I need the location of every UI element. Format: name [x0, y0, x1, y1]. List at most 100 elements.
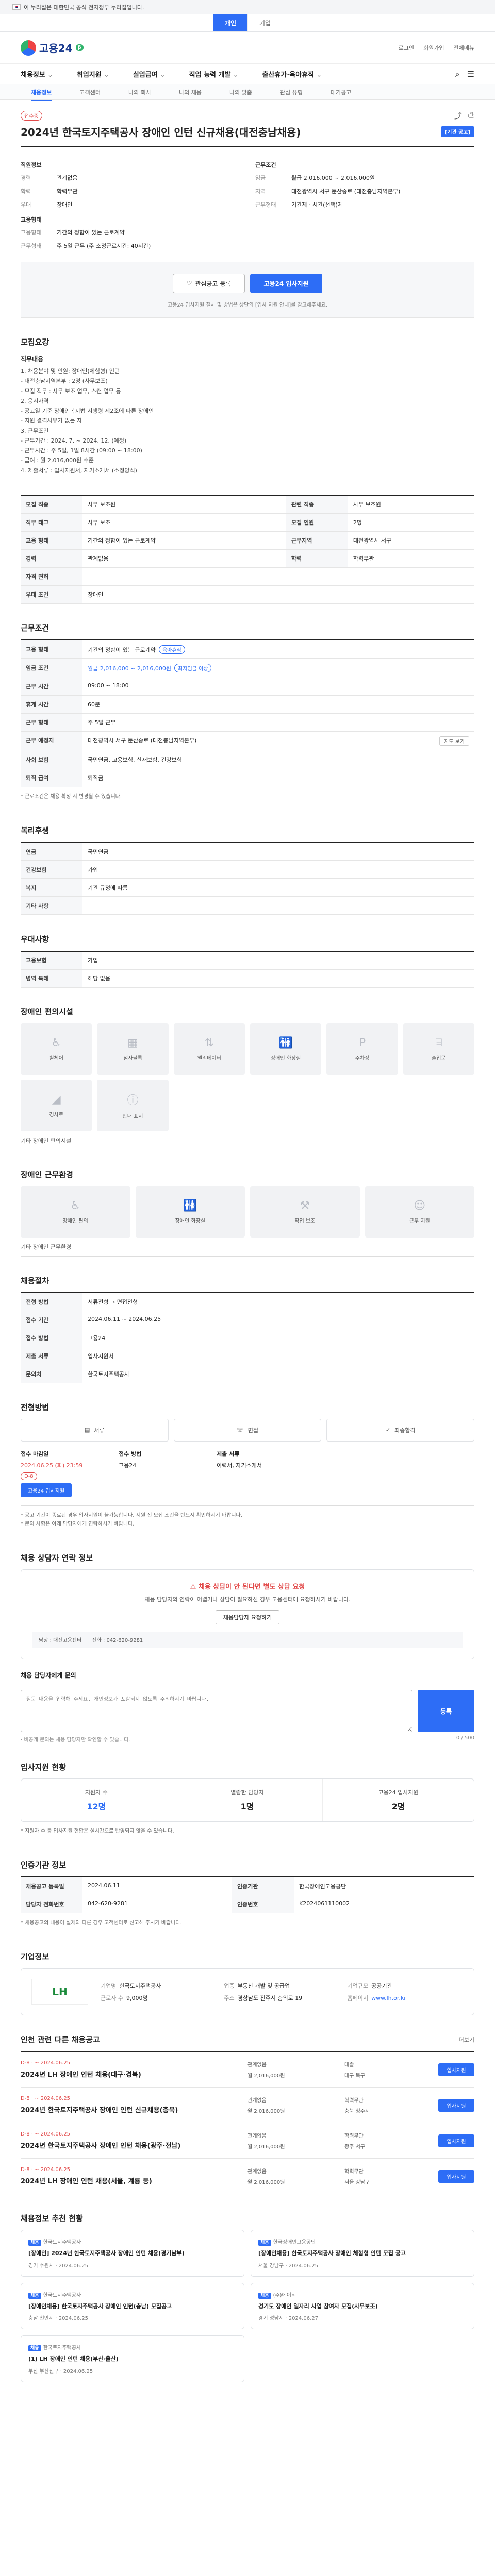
company-badge-icon: 채용 [258, 2240, 271, 2246]
search-icon[interactable]: ⌕ [455, 69, 460, 79]
signup-link[interactable]: 회원가입 [423, 44, 444, 52]
agency-notice-button[interactable]: [기관 공고] [440, 126, 474, 137]
table-key: 문의처 [21, 1365, 82, 1383]
job-title[interactable]: 2024년 LH 장애인 인턴 채용(서울, 계룡 등) [21, 2176, 248, 2185]
nav-training[interactable]: 직업 능력 개발 [189, 69, 239, 79]
related-company-name: 한국토지주택공사 [43, 2240, 81, 2246]
tab-personal[interactable]: 개인 [212, 14, 248, 31]
subnav-waiting[interactable]: 대기공고 [331, 88, 351, 96]
heart-icon: ♡ [186, 280, 192, 287]
tab-company[interactable]: 기업 [248, 14, 282, 31]
table-value: 해당 없음 [82, 969, 474, 988]
qa-submit-button[interactable]: 등록 [418, 1690, 474, 1733]
company-homepage-link[interactable]: www.lh.or.kr [371, 1995, 406, 2002]
company-field: 기업명 한국토지주택공사 [101, 1981, 217, 1990]
env-card: ⚒ 작업 보조 [250, 1185, 360, 1238]
job-title[interactable]: 2024년 한국토지주택공사 장애인 인턴 신규채용(충북) [21, 2105, 248, 2114]
summary-value: 대전광역시 서구 둔산중로 (대전충남지역본부) [291, 188, 401, 195]
logo-text: 고용24 [39, 42, 73, 55]
table-key: 건강보험 [21, 860, 82, 879]
cta-note: 고용24 입사지원 절차 및 방법은 상단의 [입사 지원 안내]를 참고해주세… [168, 302, 327, 308]
table-value: 사무 보조 [82, 513, 286, 532]
facility-label: 휠체어 [49, 1055, 63, 1061]
qa-input[interactable] [21, 1690, 412, 1733]
subnav-jobs[interactable]: 채용정보 [31, 88, 52, 101]
facility-card: ⌸ 출입문 [403, 1023, 474, 1075]
map-button[interactable]: 지도 보기 [439, 736, 469, 746]
list-item[interactable]: D-8 · ~ 2024.06.25 2024년 LH 장애인 인턴 채용(서울,… [21, 2159, 474, 2195]
tag: 육아휴직 [158, 645, 185, 654]
table-row: 접수 기간 2024.06.11 ~ 2024.06.25 [21, 1311, 474, 1329]
table-value: 2024.06.11 ~ 2024.06.25 [82, 1311, 474, 1329]
company-badge-icon: 채용 [258, 2292, 271, 2299]
menu-icon[interactable]: ☰ [467, 69, 474, 79]
related-company-name: (주)에이티 [273, 2292, 296, 2298]
subnav-customer[interactable]: 고객센터 [79, 88, 100, 96]
stat-value: 2명 [391, 1802, 405, 1812]
request-manager-button[interactable]: 채용담당자 요청하기 [215, 1610, 280, 1625]
nav-employment-support[interactable]: 취업지원 [77, 69, 109, 79]
list-item[interactable]: D-8 · ~ 2024.06.25 2024년 한국토지주택공사 장애인 인턴 … [21, 2088, 474, 2124]
table-key: 인증기관 [232, 1877, 294, 1896]
table-value: 가입 [82, 951, 474, 970]
print-icon[interactable]: ⎙ [468, 110, 474, 121]
related-card[interactable]: 채용 (주)에이티 경기도 장애인 일자리 사업 참여자 모집(사무보조) 경기 성남… [251, 2282, 474, 2330]
nav-unemployment-benefit[interactable]: 실업급여 [133, 69, 166, 79]
related-title[interactable]: [장애인채용] 한국토지주택공사 장애인 체험형 인턴 모집 공고 [258, 2249, 467, 2258]
related-card[interactable]: 채용 한국토지주택공사 (1) LH 장애인 인턴 채용(부산·울산) 부산 부산진구… [21, 2335, 244, 2382]
related-title[interactable]: 경기도 장애인 일자리 사업 참여자 모집(사무보조) [258, 2302, 467, 2311]
accessibility-icon: ♿ [70, 1199, 81, 1212]
qa-count: 0 / 500 [456, 1735, 474, 1741]
job-title[interactable]: 2024년 LH 장애인 인턴 채용(대구·경북) [21, 2069, 248, 2079]
related-title[interactable]: (1) LH 장애인 인턴 채용(부산·울산) [28, 2355, 237, 2364]
table-row: 접수 방법 고용24 [21, 1329, 474, 1347]
subnav-my-company[interactable]: 나의 회사 [128, 88, 151, 96]
subnav-interest[interactable]: 관심 유형 [280, 88, 303, 96]
subnav-my-match[interactable]: 나의 맞춤 [229, 88, 252, 96]
job-apply-button[interactable]: 입사지원 [438, 2098, 474, 2112]
table-key: 자격 면허 [21, 567, 82, 586]
interview-icon: ☏ [237, 1427, 244, 1434]
job-apply-button[interactable]: 입사지원 [438, 2063, 474, 2076]
table-row: 복지 기관 규정에 따름 [21, 878, 474, 897]
list-item[interactable]: D-8 · ~ 2024.06.25 2024년 LH 장애인 인턴 채용(대구·… [21, 2052, 474, 2088]
other-jobs-header: 인천 관련 다른 채용공고 더보기 [21, 2034, 474, 2045]
all-menu-link[interactable]: 전체메뉴 [454, 44, 474, 52]
job-apply-button[interactable]: 입사지원 [438, 2170, 474, 2183]
related-card[interactable]: 채용 한국토지주택공사 [장애인채용] 한국토지주택공사 장애인 인턴(충남) 모집… [21, 2282, 244, 2330]
company-field: 주소 경상남도 진주시 충의로 19 [224, 1994, 340, 2002]
related-card[interactable]: 채용 한국장애인고용공단 [장애인채용] 한국토지주택공사 장애인 체험형 인턴 모… [251, 2230, 474, 2277]
nav-parental-leave[interactable]: 출산휴가·육아휴직 [262, 69, 322, 79]
interest-button[interactable]: ♡ 관심공고 등록 [173, 274, 245, 293]
related-meta: 서울 강남구 · 2024.06.25 [258, 2263, 318, 2269]
subnav-my-hiring[interactable]: 나의 채용 [179, 88, 202, 96]
company-info: 기업명 한국토지주택공사 업종 부동산 개발 및 공급업 기업규모 공공기관 근로자 … [101, 1981, 464, 2002]
company-field: 업종 부동산 개발 및 공급업 [224, 1981, 340, 1990]
value-text: 기간의 정함이 있는 근로계약 [88, 646, 156, 653]
related-title[interactable]: [장애인] 2024년 한국토지주택공사 장애인 인턴 채용(경기남부) [28, 2249, 237, 2258]
table-row: 연금 국민연금 [21, 842, 474, 861]
summary-row: 학력 학력무관 [21, 184, 240, 198]
site-logo[interactable]: 고용24 β [21, 40, 84, 56]
table-value: 서류전형 → 면접전형 [82, 1292, 474, 1311]
facility-card: P 주차장 [326, 1023, 398, 1075]
section-title-manager: 인증기관 정보 [21, 1860, 67, 1870]
table-key: 근무 시간 [21, 677, 82, 696]
table-row: 문의처 한국토지주택공사 [21, 1365, 474, 1383]
job-apply-button[interactable]: 입사지원 [438, 2134, 474, 2147]
nav-jobs[interactable]: 채용정보 [21, 69, 53, 79]
more-link[interactable]: 더보기 [459, 2036, 474, 2044]
job-title[interactable]: 2024년 한국토지주택공사 장애인 인턴 채용(광주·전남) [21, 2140, 248, 2150]
apply-now-button[interactable]: 고용24 입사지원 [21, 1483, 72, 1497]
top-tabs: 개인 기업 [0, 14, 495, 32]
page-title: 2024년 한국토지주택공사 장애인 인턴 신규채용(대전충남채용) [기관 공… [21, 124, 474, 147]
env-card: ♿ 장애인 편의 [21, 1185, 130, 1238]
apply-button[interactable]: 고용24 입사지원 [250, 274, 322, 293]
related-card[interactable]: 채용 한국토지주택공사 [장애인] 2024년 한국토지주택공사 장애인 인턴 채용… [21, 2230, 244, 2277]
job-meta: 관계없음 [248, 2133, 267, 2140]
login-link[interactable]: 로그인 [399, 44, 414, 52]
related-title[interactable]: [장애인채용] 한국토지주택공사 장애인 인턴(충남) 모집공고 [28, 2302, 237, 2311]
list-item[interactable]: D-8 · ~ 2024.06.25 2024년 한국토지주택공사 장애인 인턴 … [21, 2123, 474, 2159]
env-label: 장애인 편의 [62, 1218, 88, 1224]
share-icon[interactable]: ⤴ [454, 110, 462, 121]
